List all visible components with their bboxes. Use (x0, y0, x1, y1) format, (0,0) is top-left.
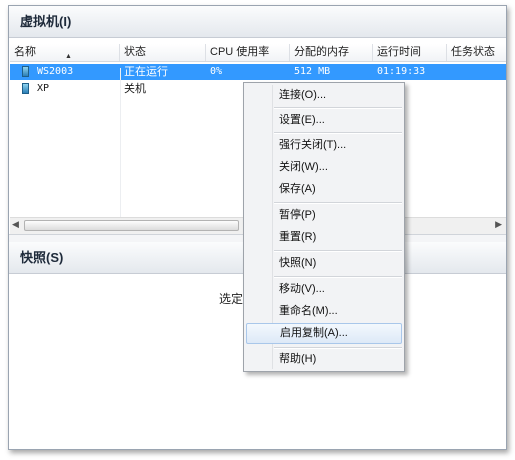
vm-name: XP (37, 83, 50, 94)
menu-separator (274, 276, 402, 278)
vm-context-menu: 连接(O)... 设置(E)... 强行关闭(T)... 关闭(W)... 保存… (243, 82, 405, 372)
menu-item-move[interactable]: 移动(V)... (246, 279, 402, 300)
col-header-name-label: 名称 (14, 46, 36, 58)
vm-row-ws2003[interactable]: WS2003 正在运行 0% 512 MB 01:19:33 (10, 64, 506, 80)
vm-running-icon (22, 66, 29, 77)
vm-status: 关机 (124, 83, 146, 95)
sort-ascending-icon: ▲ (65, 53, 72, 60)
menu-separator (274, 202, 402, 204)
col-header-name[interactable]: 名称 ▲ (10, 44, 120, 61)
menu-item-reset[interactable]: 重置(R) (246, 227, 402, 248)
vm-cpu: 0% (210, 66, 223, 77)
column-divider (120, 68, 121, 223)
vm-list-header: 名称 ▲ 状态 CPU 使用率 分配的内存 运行时间 任务状态 (10, 44, 506, 62)
vm-uptime: 01:19:33 (377, 66, 426, 77)
menu-item-help[interactable]: 帮助(H) (246, 349, 402, 370)
menu-item-pause[interactable]: 暂停(P) (246, 205, 402, 226)
vm-name: WS2003 (37, 66, 74, 77)
menu-item-shutdown[interactable]: 关闭(W)... (246, 157, 402, 178)
scroll-right-icon[interactable]: ▶ (495, 219, 502, 230)
col-header-status[interactable]: 状态 (120, 44, 206, 61)
menu-item-connect[interactable]: 连接(O)... (246, 85, 402, 106)
menu-separator (274, 132, 402, 134)
vm-off-icon (22, 83, 29, 94)
col-header-task-status[interactable]: 任务状态 (447, 44, 506, 61)
col-header-memory[interactable]: 分配的内存 (290, 44, 373, 61)
menu-item-snapshot[interactable]: 快照(N) (246, 253, 402, 274)
menu-item-enable-replication[interactable]: 启用复制(A)... (246, 323, 402, 344)
hyperv-manager-window: 虚拟机(I) 名称 ▲ 状态 CPU 使用率 分配的内存 运行时间 任务状态 WS… (8, 5, 507, 450)
vm-status: 正在运行 (124, 66, 168, 78)
snapshot-hint-text: 选定 (219, 292, 244, 306)
scroll-thumb[interactable] (24, 220, 239, 231)
vm-panel-title: 虚拟机(I) (9, 6, 506, 38)
menu-item-save[interactable]: 保存(A) (246, 179, 402, 200)
menu-item-settings[interactable]: 设置(E)... (246, 110, 402, 131)
col-header-uptime[interactable]: 运行时间 (373, 44, 447, 61)
col-header-cpu[interactable]: CPU 使用率 (206, 44, 290, 61)
menu-separator (274, 250, 402, 252)
menu-item-force-off[interactable]: 强行关闭(T)... (246, 135, 402, 156)
vm-memory: 512 MB (294, 66, 331, 77)
menu-item-rename[interactable]: 重命名(M)... (246, 301, 402, 322)
scroll-left-icon[interactable]: ◀ (12, 219, 19, 230)
menu-separator (274, 107, 402, 109)
